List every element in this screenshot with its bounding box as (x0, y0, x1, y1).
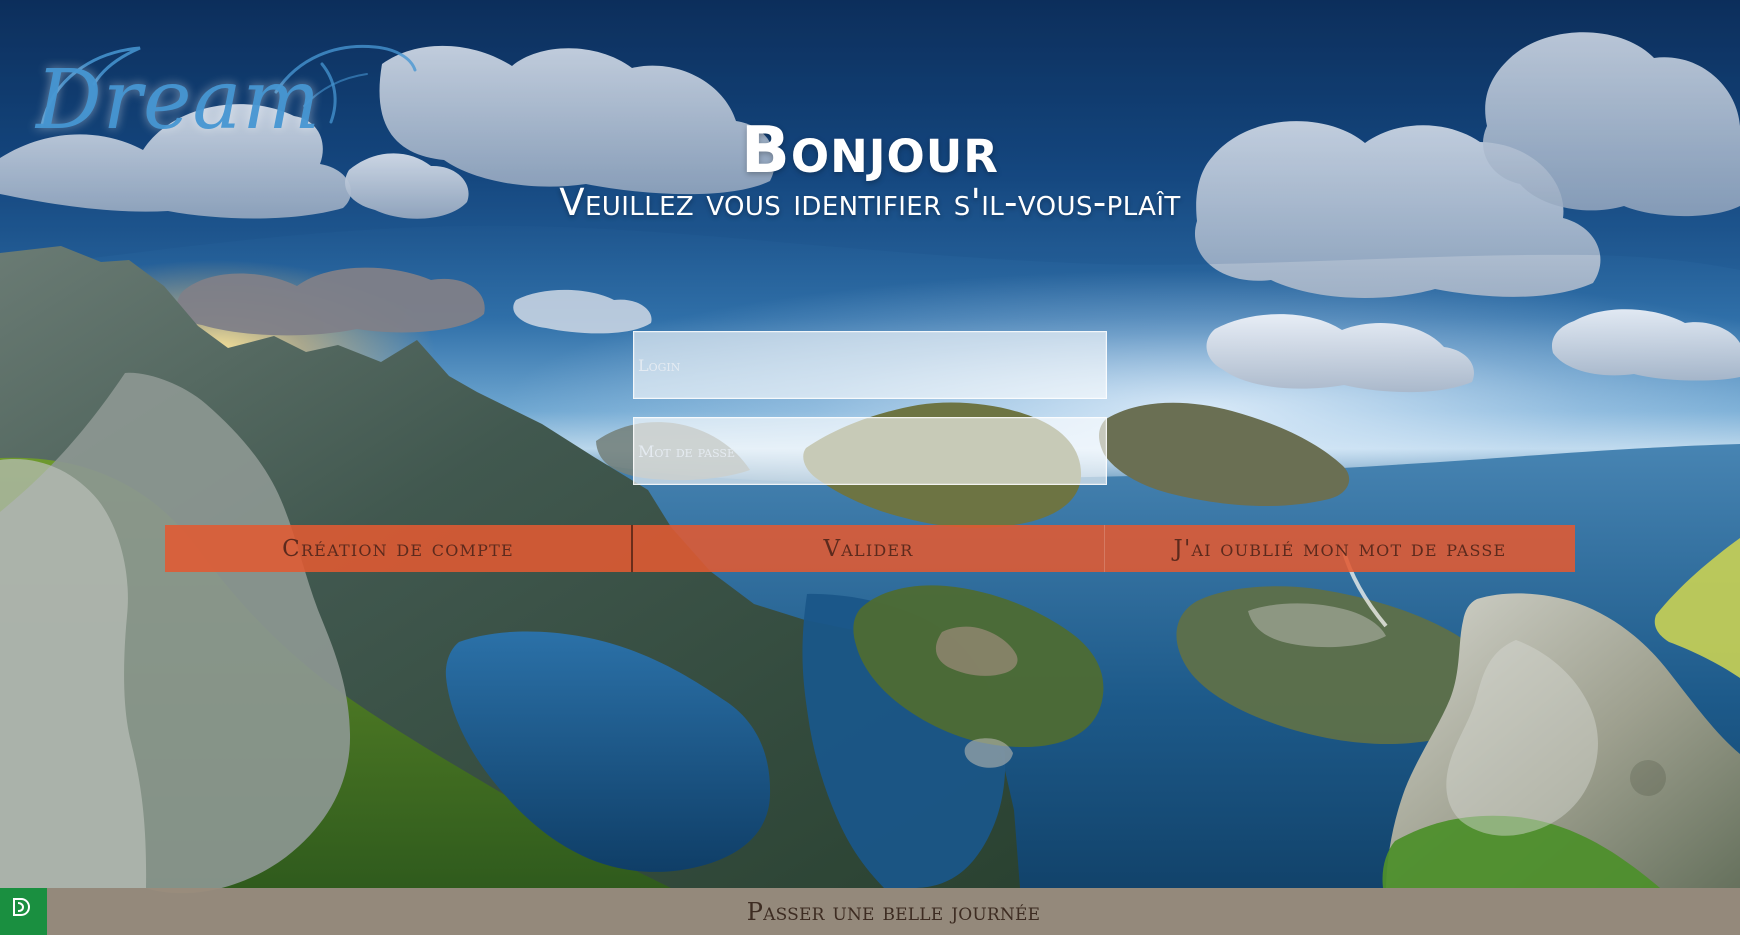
submit-button[interactable]: Valider (633, 525, 1105, 572)
footer-message: Passer une belle journée (746, 897, 1041, 926)
login-field[interactable] (633, 331, 1107, 399)
leaf-d-logo-icon (13, 898, 31, 916)
create-account-button[interactable]: Création de compte (165, 525, 633, 572)
page-title: Bonjour (741, 113, 999, 188)
password-input[interactable] (634, 418, 1106, 484)
page-subtitle: Veuillez vous identifier s'il-vous-plaît (559, 181, 1181, 224)
footer-logo (0, 888, 47, 935)
password-field[interactable] (633, 417, 1107, 485)
footer-bar: Passer une belle journée (0, 888, 1740, 935)
action-button-row: Création de compte Valider J'ai oublié m… (165, 525, 1575, 572)
login-input[interactable] (634, 332, 1106, 398)
forgot-password-button[interactable]: J'ai oublié mon mot de passe (1105, 525, 1575, 572)
